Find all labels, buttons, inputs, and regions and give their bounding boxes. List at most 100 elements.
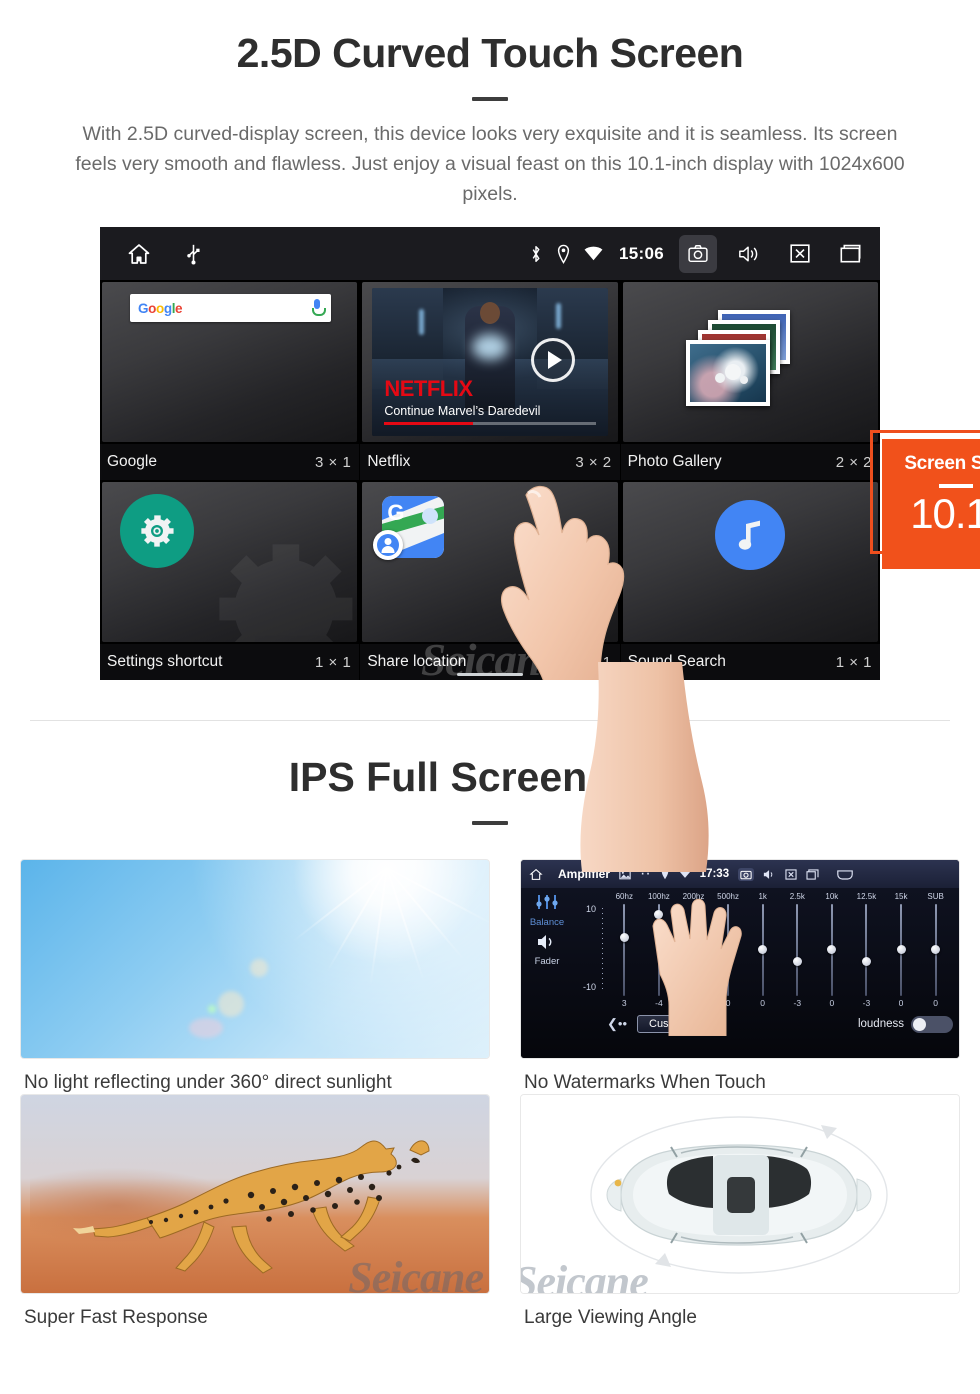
home-icon[interactable] — [126, 242, 152, 266]
widget-photo-gallery[interactable]: Photo Gallery 2 × 2 — [620, 280, 880, 480]
amplifier-equalizer-screenshot: Amplifier ·· 17:33 Balance Fader 60hz 10… — [520, 859, 960, 1059]
widget-settings-preview[interactable] — [102, 482, 358, 642]
play-button-icon[interactable] — [530, 338, 575, 383]
eq-slider[interactable] — [918, 904, 953, 996]
preset-button[interactable]: Custom — [637, 1015, 699, 1033]
eq-value: 0 — [760, 998, 766, 1008]
widget-google-preview[interactable]: Google — [102, 282, 358, 442]
usb-icon[interactable] — [186, 243, 201, 265]
volume-icon[interactable] — [730, 235, 768, 273]
page-description: With 2.5D curved-display screen, this de… — [75, 123, 905, 205]
widget-google[interactable]: Google Google 3 × 1 — [100, 280, 361, 480]
google-search-bar[interactable]: Google — [130, 294, 332, 322]
amplifier-body: Balance Fader 60hz 100hz 200hz 500hz 1k … — [521, 888, 959, 1058]
eq-band-label: 60hz — [615, 892, 633, 901]
previous-preset-icon[interactable]: ❮•• — [607, 1016, 627, 1032]
google-logo: Google — [138, 300, 183, 316]
eq-slider[interactable] — [780, 904, 815, 996]
car-top-view-illustration: Seicane — [520, 1094, 960, 1294]
recents-icon[interactable] — [832, 235, 870, 273]
eq-slider[interactable] — [607, 904, 642, 996]
eq-value: 0 — [691, 998, 696, 1008]
widget-share-location-preview[interactable]: G — [362, 482, 618, 642]
eq-slider[interactable] — [849, 904, 884, 996]
widget-label-gallery: Photo Gallery 2 × 2 — [620, 444, 880, 480]
fader-label[interactable]: Fader — [521, 956, 573, 967]
feature-caption: No Watermarks When Touch — [524, 1072, 766, 1093]
widget-netflix[interactable]: NETFLIX Continue Marvel’s Daredevil Netf… — [360, 280, 621, 480]
eq-band-label: 12.5k — [856, 892, 877, 901]
music-note-icon[interactable] — [715, 500, 786, 570]
feature-card-watermarks: Amplifier ·· 17:33 Balance Fader 60hz 10… — [490, 859, 960, 1094]
balance-label[interactable]: Balance — [521, 917, 573, 928]
ips-title-underline — [472, 821, 508, 825]
widget-name: Google — [107, 453, 157, 470]
curved-screen-section: 2.5D Curved Touch Screen With 2.5D curve… — [0, 0, 980, 872]
badge-value: 10.1″ — [910, 490, 980, 537]
close-icon[interactable] — [781, 235, 819, 273]
eq-values: 3 -4 0 0 0 -3 0 -3 0 0 — [607, 998, 953, 1008]
amplifier-status-bar: Amplifier ·· 17:33 — [521, 860, 959, 888]
location-icon — [660, 868, 670, 880]
seicane-watermark: Seicane — [348, 1253, 484, 1294]
eq-value: 3 — [621, 998, 627, 1008]
eq-slider[interactable] — [745, 904, 780, 996]
gear-watermark-icon — [189, 514, 357, 642]
microphone-icon[interactable] — [311, 299, 327, 317]
widget-sound-search[interactable]: Sound Search 1 × 1 — [620, 480, 880, 680]
feature-caption: No light reflecting under 360° direct su… — [24, 1072, 392, 1093]
eq-band-label: 1k — [758, 892, 767, 901]
wifi-icon — [584, 246, 603, 262]
camera-icon[interactable] — [738, 867, 755, 881]
eq-value: 0 — [933, 998, 938, 1008]
feature-card-response: Seicane Super Fast Response — [20, 1094, 490, 1329]
badge-rule — [939, 484, 973, 488]
netflix-subtitle: Continue Marvel’s Daredevil — [384, 404, 541, 418]
eq-value: -4 — [655, 998, 663, 1008]
amplifier-screen: Amplifier ·· 17:33 Balance Fader 60hz 10… — [521, 860, 959, 1058]
feature-card-viewing-angle: Seicane Large Viewing Angle — [490, 1094, 960, 1329]
widget-size: 1 × 1 — [575, 653, 612, 671]
widget-size: 1 × 1 — [835, 653, 872, 671]
fader-icon[interactable] — [521, 934, 573, 955]
volume-icon[interactable] — [763, 869, 776, 880]
close-icon[interactable] — [785, 868, 797, 880]
balance-icon[interactable] — [534, 895, 560, 914]
netflix-artwork: NETFLIX Continue Marvel’s Daredevil — [372, 288, 608, 436]
eq-axis: 10 -10 — [577, 904, 607, 996]
eq-slider[interactable] — [884, 904, 919, 996]
equalizer-panel: 60hz 100hz 200hz 500hz 1k 2.5k 10k 12.5k… — [573, 888, 959, 1058]
headlight-glow — [471, 334, 508, 361]
wifi-icon — [679, 869, 691, 879]
widget-size: 3 × 2 — [575, 453, 612, 471]
recents-icon[interactable] — [806, 868, 819, 880]
gear-icon[interactable] — [120, 494, 194, 568]
eq-slider[interactable] — [676, 904, 711, 996]
amplifier-title: Amplifier — [558, 867, 611, 881]
ips-section: IPS Full Screen View No light reflecting… — [0, 754, 980, 1329]
widget-sound-search-preview[interactable] — [622, 482, 878, 642]
eq-band-label: 10k — [825, 892, 839, 901]
back-icon[interactable] — [836, 869, 854, 880]
eq-slider[interactable] — [815, 904, 850, 996]
widget-name: Settings shortcut — [107, 653, 223, 670]
dots-icon: ·· — [640, 865, 651, 882]
loudness-control[interactable]: loudness — [858, 1015, 953, 1033]
widget-label-google: Google 3 × 1 — [100, 444, 360, 480]
home-icon[interactable] — [529, 868, 543, 881]
widget-name: Photo Gallery — [627, 453, 722, 470]
widget-settings-shortcut[interactable]: Settings shortcut 1 × 1 — [100, 480, 361, 680]
widget-size: 1 × 1 — [315, 653, 352, 671]
running-cheetah-photo: Seicane — [20, 1094, 490, 1294]
camera-icon[interactable] — [679, 234, 717, 273]
photo-thumb-front — [686, 340, 771, 406]
eq-band-label: SUB — [927, 892, 944, 901]
netflix-progress-bar — [384, 422, 596, 425]
bluetooth-icon — [529, 244, 543, 264]
eq-value: 0 — [829, 998, 835, 1008]
eq-slider[interactable] — [642, 904, 677, 996]
widget-netflix-preview[interactable]: NETFLIX Continue Marvel’s Daredevil — [362, 282, 618, 442]
widget-gallery-preview[interactable] — [622, 282, 878, 442]
eq-slider[interactable] — [711, 904, 746, 996]
loudness-toggle[interactable] — [911, 1015, 953, 1033]
